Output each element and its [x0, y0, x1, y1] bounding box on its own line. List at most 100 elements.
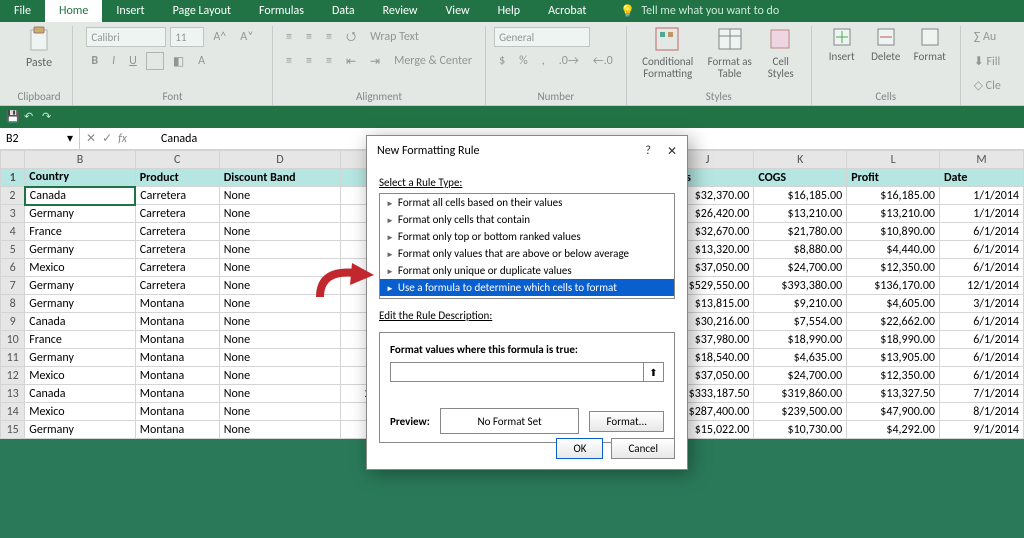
- font-color-button[interactable]: A: [193, 52, 210, 70]
- cell[interactable]: None: [219, 349, 341, 367]
- autosum-button[interactable]: ∑ Au: [969, 28, 1001, 46]
- column-header[interactable]: C: [135, 151, 219, 169]
- tab-review[interactable]: Review: [369, 0, 432, 22]
- paste-button[interactable]: Paste: [14, 26, 64, 70]
- cell[interactable]: None: [219, 241, 341, 259]
- cell[interactable]: Carretera: [135, 205, 219, 223]
- row-header[interactable]: 8: [1, 295, 25, 313]
- fx-icon[interactable]: fx: [118, 132, 127, 146]
- delete-cells-button[interactable]: Delete: [864, 26, 908, 63]
- indent-dec-button[interactable]: ⇤: [341, 52, 361, 71]
- cell[interactable]: $47,900.00: [847, 403, 940, 421]
- font-family-input[interactable]: [86, 27, 166, 47]
- cell[interactable]: Montana: [135, 421, 219, 439]
- cell[interactable]: $239,500.00: [754, 403, 847, 421]
- ok-button[interactable]: OK: [556, 438, 603, 459]
- header-cell[interactable]: Country: [25, 169, 135, 187]
- cell[interactable]: 6/1/2014: [939, 259, 1023, 277]
- cell[interactable]: 12/1/2014: [939, 277, 1023, 295]
- cell[interactable]: Germany: [25, 349, 135, 367]
- header-cell[interactable]: COGS: [754, 169, 847, 187]
- cell[interactable]: $10,730.00: [754, 421, 847, 439]
- cell[interactable]: $16,185.00: [847, 187, 940, 205]
- conditional-formatting-button[interactable]: Conditional Formatting: [635, 26, 701, 80]
- align-right-button[interactable]: ≡: [321, 52, 337, 70]
- row-header[interactable]: 12: [1, 367, 25, 385]
- formula-input[interactable]: [390, 362, 644, 382]
- row-header[interactable]: 1: [1, 169, 25, 187]
- number-format-select[interactable]: [494, 27, 590, 47]
- tab-insert[interactable]: Insert: [102, 0, 158, 22]
- enter-formula-icon[interactable]: ✓: [102, 131, 112, 146]
- tab-page-layout[interactable]: Page Layout: [159, 0, 245, 22]
- range-picker-icon[interactable]: ⬆: [644, 362, 664, 382]
- align-left-button[interactable]: ≡: [281, 52, 297, 70]
- cell[interactable]: None: [219, 331, 341, 349]
- row-header[interactable]: 7: [1, 277, 25, 295]
- cell[interactable]: $13,210.00: [754, 205, 847, 223]
- cell[interactable]: Carretera: [135, 259, 219, 277]
- cancel-button[interactable]: Cancel: [611, 438, 675, 459]
- row-header[interactable]: 4: [1, 223, 25, 241]
- close-icon[interactable]: ✕: [667, 144, 677, 159]
- cell[interactable]: Montana: [135, 295, 219, 313]
- cell-styles-button[interactable]: Cell Styles: [759, 26, 803, 80]
- align-mid-button[interactable]: ≡: [301, 28, 317, 46]
- cell[interactable]: Mexico: [25, 259, 135, 277]
- cell[interactable]: Germany: [25, 421, 135, 439]
- save-icon[interactable]: 💾: [6, 110, 20, 124]
- cell[interactable]: 7/1/2014: [939, 385, 1023, 403]
- format-cells-button[interactable]: Format: [908, 26, 952, 63]
- currency-button[interactable]: $: [494, 52, 510, 70]
- tab-data[interactable]: Data: [318, 0, 369, 22]
- cell[interactable]: None: [219, 421, 341, 439]
- cell[interactable]: $136,170.00: [847, 277, 940, 295]
- cell[interactable]: 6/1/2014: [939, 313, 1023, 331]
- align-top-button[interactable]: ≡: [281, 28, 297, 46]
- cell[interactable]: Mexico: [25, 367, 135, 385]
- orientation-button[interactable]: ⭯: [341, 25, 361, 50]
- inc-decimal-button[interactable]: .0→: [554, 52, 584, 70]
- name-box[interactable]: B2▾: [0, 128, 80, 149]
- cell[interactable]: Montana: [135, 403, 219, 421]
- cell[interactable]: $4,635.00: [754, 349, 847, 367]
- cell[interactable]: 6/1/2014: [939, 241, 1023, 259]
- column-header[interactable]: K: [754, 151, 847, 169]
- cell[interactable]: $18,990.00: [754, 331, 847, 349]
- tab-help[interactable]: Help: [484, 0, 535, 22]
- row-header[interactable]: 6: [1, 259, 25, 277]
- cell[interactable]: Mexico: [25, 403, 135, 421]
- cell[interactable]: Germany: [25, 241, 135, 259]
- cell[interactable]: Carretera: [135, 241, 219, 259]
- cell[interactable]: $24,700.00: [754, 367, 847, 385]
- cell[interactable]: $4,292.00: [847, 421, 940, 439]
- cell[interactable]: $8,880.00: [754, 241, 847, 259]
- cell[interactable]: France: [25, 331, 135, 349]
- cell[interactable]: 6/1/2014: [939, 223, 1023, 241]
- cell[interactable]: $4,440.00: [847, 241, 940, 259]
- dec-decimal-button[interactable]: ←.0: [588, 52, 618, 70]
- wrap-text-button[interactable]: Wrap Text: [365, 28, 424, 46]
- merge-center-button[interactable]: Merge & Center: [389, 52, 477, 70]
- column-header[interactable]: M: [939, 151, 1023, 169]
- cell[interactable]: $10,890.00: [847, 223, 940, 241]
- format-as-table-button[interactable]: Format as Table: [701, 26, 759, 80]
- cell[interactable]: Germany: [25, 295, 135, 313]
- cell[interactable]: None: [219, 313, 341, 331]
- cell[interactable]: $13,210.00: [847, 205, 940, 223]
- insert-cells-button[interactable]: Insert: [820, 26, 864, 63]
- formula-bar-value[interactable]: Canada: [133, 132, 197, 146]
- cell[interactable]: $12,350.00: [847, 259, 940, 277]
- fill-button[interactable]: ⬇ Fill: [969, 52, 1006, 71]
- tab-view[interactable]: View: [432, 0, 484, 22]
- cell[interactable]: Montana: [135, 313, 219, 331]
- header-cell[interactable]: Product: [135, 169, 219, 187]
- header-cell[interactable]: Discount Band: [219, 169, 341, 187]
- column-header[interactable]: D: [219, 151, 341, 169]
- cell[interactable]: Montana: [135, 385, 219, 403]
- align-center-button[interactable]: ≡: [301, 52, 317, 70]
- clear-button[interactable]: ◇ Cle: [969, 76, 1006, 95]
- rule-type-option[interactable]: Format only unique or duplicate values: [380, 262, 674, 279]
- cell[interactable]: $12,350.00: [847, 367, 940, 385]
- cell[interactable]: None: [219, 187, 341, 205]
